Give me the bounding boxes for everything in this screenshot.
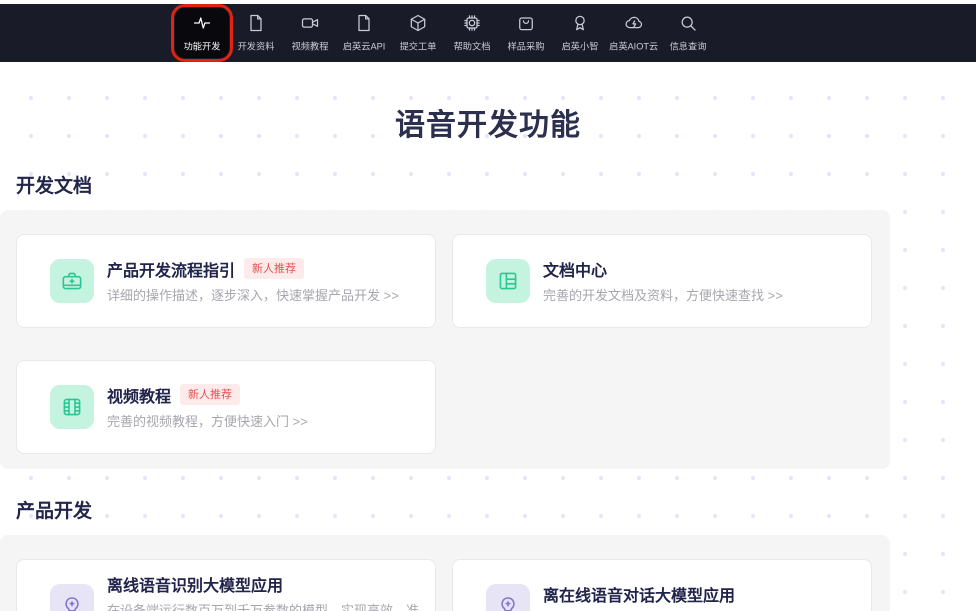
main-content: 语音开发功能 开发文档 产品开发流程指引 新人推荐 详细的操作描述，逐步深入，快…: [0, 62, 976, 611]
section-body: 离线语音识别大模型应用 在设备端运行数百万到千万参数的模型，实现高效、准确地将语…: [0, 535, 890, 611]
nav-item-启英AIOT云[interactable]: 启英AIOT云: [607, 8, 661, 58]
lightbulb-icon: [50, 584, 94, 611]
search-icon: [678, 13, 698, 33]
cube-icon: [408, 13, 428, 33]
nav-item-帮助文档[interactable]: 帮助文档: [445, 8, 499, 58]
feature-card[interactable]: 文档中心 完善的开发文档及资料，方便快速查找 >>: [452, 234, 872, 328]
new-user-badge: 新人推荐: [244, 258, 304, 279]
card-title: 文档中心: [543, 257, 607, 281]
section-heading: 产品开发: [16, 496, 976, 523]
card-description: 完善的开发文档及资料，方便快速查找 >>: [543, 287, 783, 306]
lightbulb-icon: [486, 584, 530, 611]
first-aid-kit-icon: [50, 259, 94, 303]
section: 开发文档 产品开发流程指引 新人推荐 详细的操作描述，逐步深入，快速掌握产品开发…: [0, 171, 976, 469]
feature-card[interactable]: 视频教程 新人推荐 完善的视频教程，方便快速入门 >>: [16, 360, 436, 454]
feature-card[interactable]: 离在线语音对话大模型应用 开发中，敬请期待 >>: [452, 559, 872, 611]
page-title: 语音开发功能: [0, 62, 976, 144]
top-navigation-bar: 功能开发 开发资料 视频教程 启英云API 提交工单 帮助文档 样品采购 启英小…: [0, 4, 976, 62]
card-description: 详细的操作描述，逐步深入，快速掌握产品开发 >>: [107, 287, 399, 306]
nav-item-启英小智[interactable]: 启英小智: [553, 8, 607, 58]
card-title: 视频教程: [107, 383, 171, 407]
cloud-bolt-icon: [624, 13, 644, 33]
new-user-badge: 新人推荐: [180, 384, 240, 405]
section: 产品开发 离线语音识别大模型应用 在设备端运行数百万到千万参数的模型，实现高效、…: [0, 496, 976, 611]
chip-icon: [462, 13, 482, 33]
section-body: 产品开发流程指引 新人推荐 详细的操作描述，逐步深入，快速掌握产品开发 >> 文…: [0, 210, 890, 469]
card-title: 产品开发流程指引: [107, 257, 235, 281]
layout-icon: [486, 259, 530, 303]
section-heading: 开发文档: [16, 171, 976, 198]
nav-item-开发资料[interactable]: 开发资料: [229, 8, 283, 58]
feature-card[interactable]: 离线语音识别大模型应用 在设备端运行数百万到千万参数的模型，实现高效、准确地将语…: [16, 559, 436, 611]
activity-icon: [192, 13, 212, 33]
video-camera-icon: [300, 13, 320, 33]
document-icon: [354, 13, 374, 33]
card-description: 在设备端运行数百万到千万参数的模型，实现高效、准确地将语音转化为文本或指令 >>: [107, 602, 422, 611]
nav-item-视频教程[interactable]: 视频教程: [283, 8, 337, 58]
nav-item-提交工单[interactable]: 提交工单: [391, 8, 445, 58]
nav-item-信息查询[interactable]: 信息查询: [661, 8, 715, 58]
nav-item-功能开发[interactable]: 功能开发: [175, 8, 229, 58]
shopping-bag-icon: [516, 13, 536, 33]
medal-icon: [570, 13, 590, 33]
nav-item-样品采购[interactable]: 样品采购: [499, 8, 553, 58]
card-description: 完善的视频教程，方便快速入门 >>: [107, 413, 308, 432]
card-title: 离在线语音对话大模型应用: [543, 582, 735, 606]
nav-item-启英云API[interactable]: 启英云API: [337, 8, 391, 58]
feature-card[interactable]: 产品开发流程指引 新人推荐 详细的操作描述，逐步深入，快速掌握产品开发 >>: [16, 234, 436, 328]
film-icon: [50, 385, 94, 429]
document-icon: [246, 13, 266, 33]
card-title: 离线语音识别大模型应用: [107, 572, 283, 596]
